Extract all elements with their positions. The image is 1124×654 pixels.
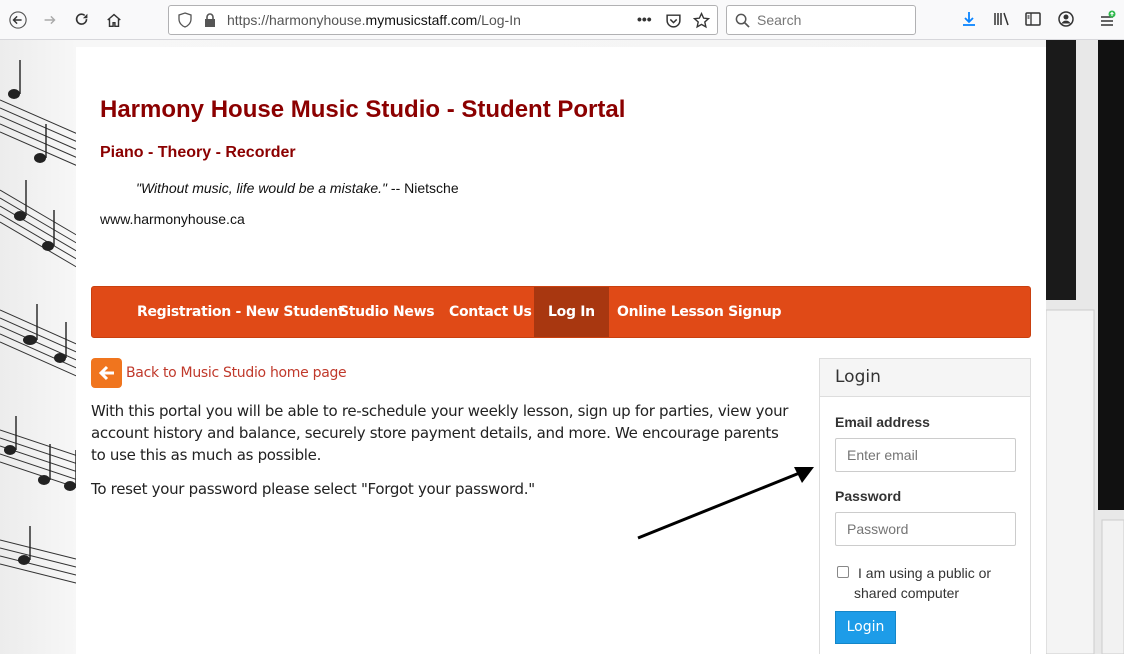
back-to-home-link[interactable]: Back to Music Studio home page [91,358,347,388]
reset-password-note: To reset your password please select "Fo… [91,480,535,498]
nav-contact-us[interactable]: Contact Us [449,287,532,337]
browser-toolbar: https://harmonyhouse.mymusicstaff.com/Lo… [0,0,1124,40]
search-icon [735,13,750,28]
site-url: www.harmonyhouse.ca [100,211,245,227]
forward-arrow-icon [44,15,56,25]
email-label: Email address [835,414,930,430]
quote: "Without music, life would be a mistake.… [136,180,459,196]
public-computer-label[interactable]: I am using a public or shared computer [854,563,1014,603]
url-prefix: https://harmonyhouse. [227,12,366,28]
home-button[interactable] [100,6,128,34]
password-label: Password [835,488,902,504]
login-heading: Login [820,359,1030,397]
page-subtitle: Piano - Theory - Recorder [100,144,296,161]
main-nav: Registration - New Student Studio News C… [91,286,1031,338]
url-path: /Log-In [477,12,521,28]
page-title: Harmony House Music Studio - Student Por… [100,96,626,123]
lock-icon[interactable] [203,12,217,28]
search-input[interactable]: Search [726,5,916,35]
back-arrow-icon [9,11,27,29]
url-host: mymusicstaff.com [365,12,478,28]
account-button[interactable] [1055,8,1077,30]
address-bar[interactable]: https://harmonyhouse.mymusicstaff.com/Lo… [168,5,718,35]
nav-log-in[interactable]: Log In [534,287,609,337]
download-icon [963,12,975,26]
shield-icon[interactable] [177,12,193,28]
pocket-icon[interactable] [665,12,682,29]
library-icon [994,12,1009,26]
arrow-left-icon[interactable] [91,358,122,388]
nav-online-lesson-signup[interactable]: Online Lesson Signup [617,287,782,337]
nav-registration[interactable]: Registration - New Student [137,287,345,337]
forward-button[interactable] [36,6,64,34]
password-field[interactable] [835,512,1016,546]
public-computer-checkbox[interactable] [837,566,849,578]
downloads-button[interactable] [958,8,980,30]
hamburger-menu-icon [1101,10,1116,26]
email-field[interactable] [835,438,1016,472]
search-placeholder: Search [757,12,802,28]
account-icon [1058,11,1074,27]
back-button[interactable] [4,6,32,34]
quote-author: -- Nietsche [387,180,459,196]
library-button[interactable] [990,8,1012,30]
nav-studio-news[interactable]: Studio News [339,287,435,337]
quote-text: "Without music, life would be a mistake.… [136,180,388,196]
url-text[interactable]: https://harmonyhouse.mymusicstaff.com/Lo… [227,12,521,28]
login-button[interactable]: Login [835,611,896,644]
back-link-label[interactable]: Back to Music Studio home page [126,365,347,381]
sidebar-icon [1025,12,1041,26]
bookmark-star-icon[interactable] [693,12,710,29]
login-panel: Login Email address Password I am using … [819,358,1031,654]
menu-button[interactable] [1096,8,1118,30]
reload-button[interactable] [68,6,96,34]
piano-keys-image [1046,40,1124,654]
page-actions-icon[interactable]: ••• [637,11,652,27]
home-icon [107,13,121,28]
sidebar-button[interactable] [1022,8,1044,30]
reload-icon [75,13,88,25]
annotation-arrow-icon [637,467,814,540]
